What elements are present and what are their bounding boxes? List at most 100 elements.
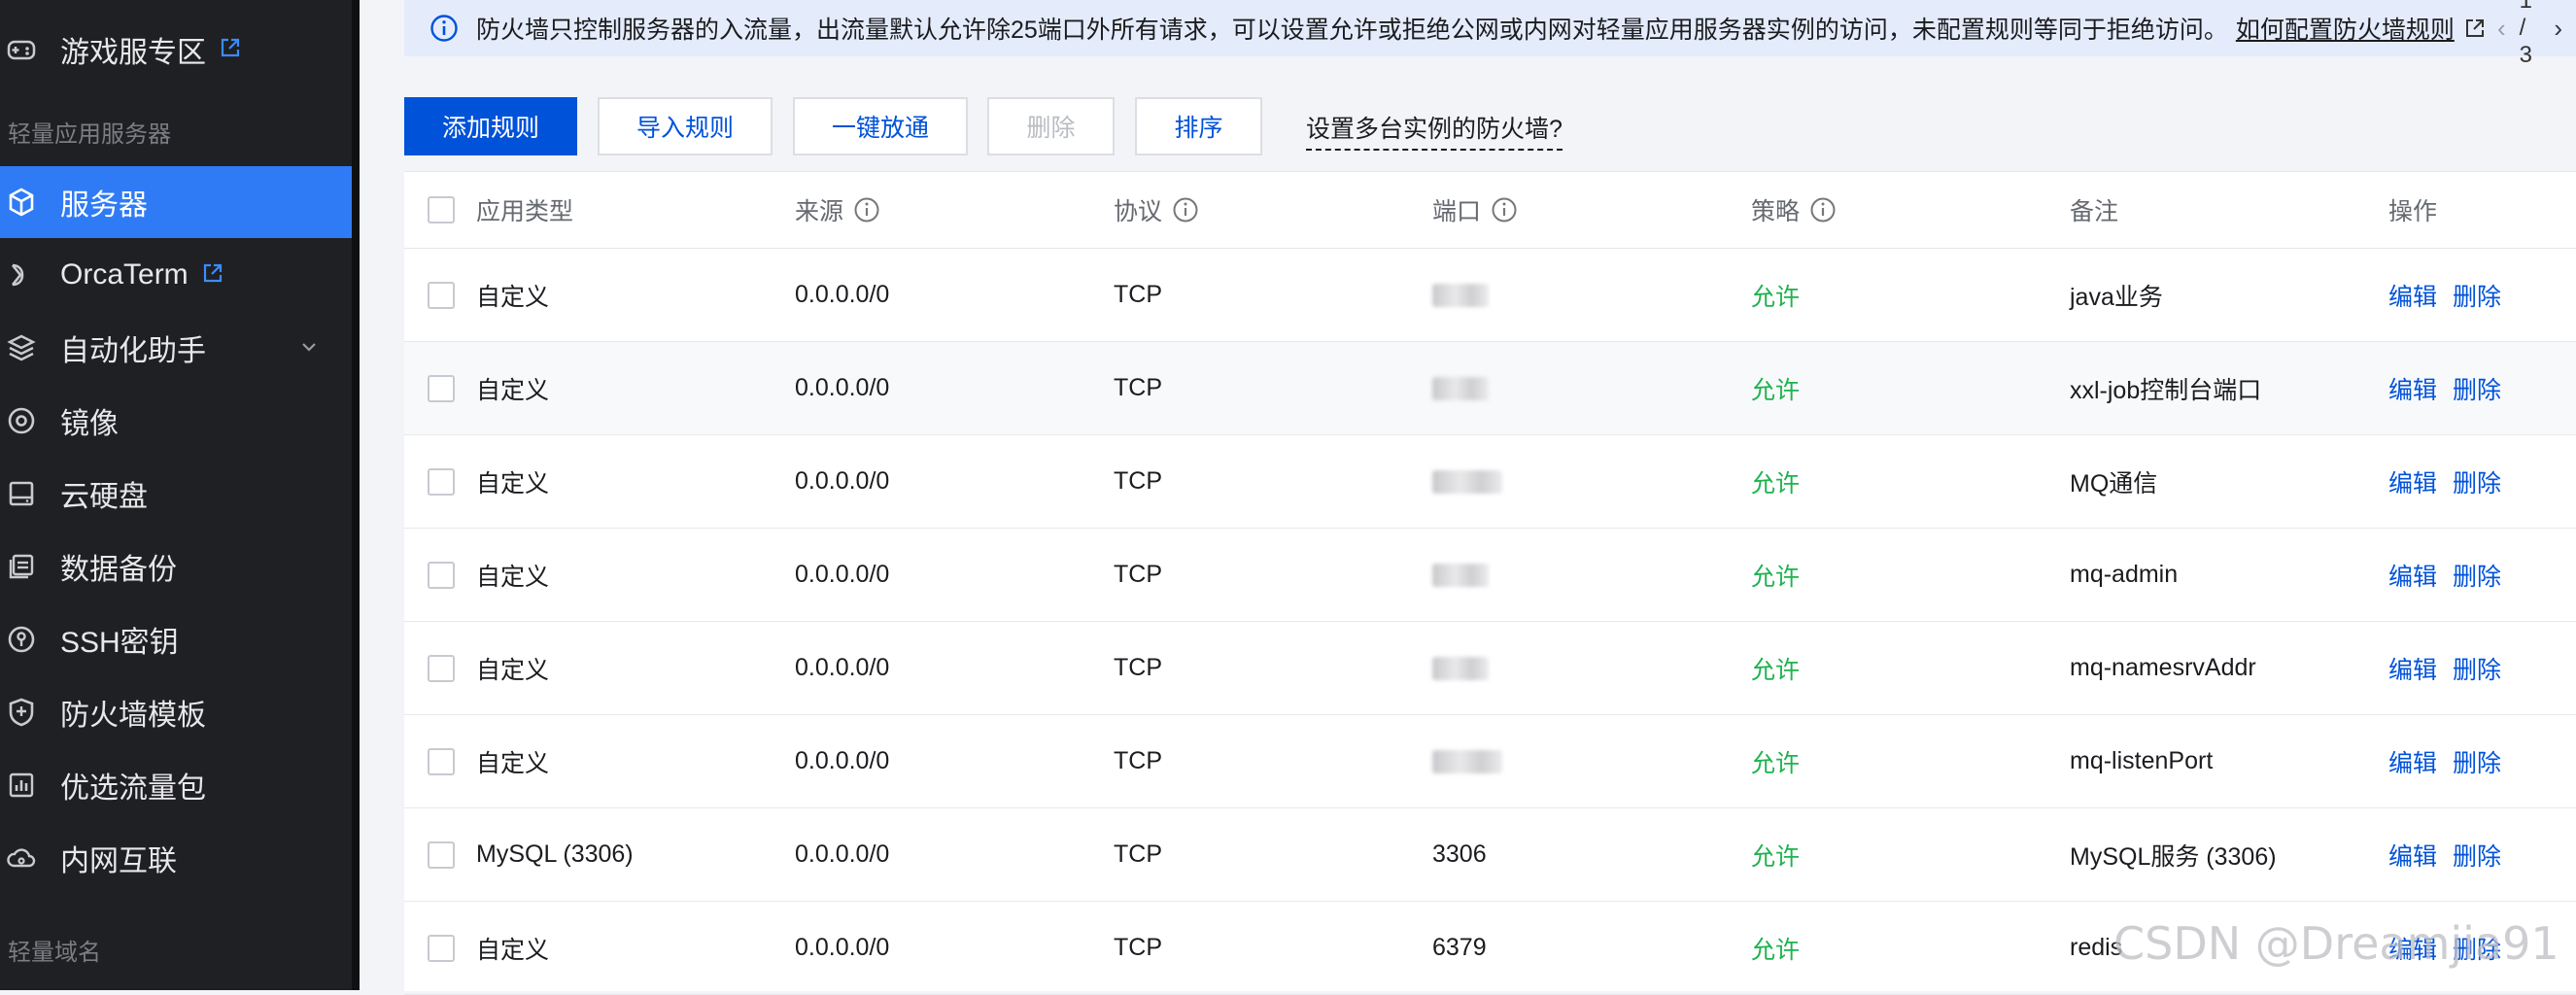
header-policy: 策略 (1751, 172, 1837, 248)
cell-port (1432, 342, 1489, 434)
cell-source: 0.0.0.0/0 (795, 281, 890, 308)
cell-actions: 编辑 删除 (2388, 622, 2517, 714)
chevron-down-icon[interactable] (299, 337, 319, 361)
sidebar-item-label: SSH密钥 (60, 627, 179, 659)
firewall-help-link[interactable]: 如何配置防火墙规则 (2236, 11, 2455, 46)
header-app-type: 应用类型 (476, 198, 574, 225)
row-checkbox[interactable] (428, 841, 455, 869)
info-icon[interactable] (1172, 196, 1199, 223)
import-rules-button[interactable]: 导入规则 (598, 97, 773, 155)
cell-remark: xxl-job控制台端口 (2070, 376, 2262, 404)
sidebar-item-orcaterm[interactable]: OrcaTerm (0, 239, 352, 311)
cell-policy: 允许 (1751, 842, 1801, 871)
delete-rule-button[interactable]: 删除 (2453, 278, 2501, 313)
table-header: 应用类型 来源 协议 端口 策略 备注 操作 (404, 172, 2576, 249)
redacted-port (1432, 469, 1502, 494)
row-checkbox[interactable] (428, 468, 455, 496)
chevron-left-icon[interactable]: ‹ (2497, 14, 2506, 44)
delete-rule-button[interactable]: 删除 (2453, 651, 2501, 686)
cell-policy: 允许 (1751, 283, 1801, 311)
cell-port (1432, 622, 1489, 714)
sidebar-item-servers[interactable]: 服务器 (0, 166, 352, 238)
header-protocol: 协议 (1114, 172, 1199, 248)
cell-policy: 允许 (1751, 656, 1801, 684)
header-label: 协议 (1114, 198, 1163, 225)
add-rule-button[interactable]: 添加规则 (404, 97, 577, 155)
edit-button[interactable]: 编辑 (2388, 651, 2437, 686)
info-icon[interactable] (1809, 196, 1837, 223)
delete-rule-button[interactable]: 删除 (2453, 838, 2501, 873)
edit-button[interactable]: 编辑 (2388, 464, 2437, 499)
header-source: 来源 (795, 172, 880, 248)
row-checkbox[interactable] (428, 282, 455, 309)
firewall-rules-table: 应用类型 来源 协议 端口 策略 备注 操作 自定义 0.0.0.0/0 TCP… (404, 171, 2576, 995)
table-row: 自定义 0.0.0.0/0 TCP 允许 mq-admin 编辑 删除 (404, 529, 2576, 622)
sidebar-item-automation[interactable]: 自动化助手 (0, 312, 352, 384)
cell-protocol: TCP (1114, 561, 1162, 588)
notice-page-indicator: 1 / 3 (2519, 0, 2533, 68)
sidebar-item-images[interactable]: 镜像 (0, 385, 352, 457)
cell-actions: 编辑 删除 (2388, 342, 2517, 434)
delete-button[interactable]: 删除 (987, 97, 1115, 155)
edit-button[interactable]: 编辑 (2388, 371, 2437, 406)
multi-instance-firewall-link[interactable]: 设置多台实例的防火墙? (1306, 110, 1563, 151)
sidebar-item-game-zone[interactable]: 游戏服专区 (0, 14, 352, 86)
info-icon[interactable] (1491, 196, 1518, 223)
row-checkbox[interactable] (428, 655, 455, 682)
cell-source: 0.0.0.0/0 (795, 561, 890, 588)
table-row: MySQL (3306) 0.0.0.0/0 TCP 3306 允许 MySQL… (404, 808, 2576, 902)
redacted-port (1432, 283, 1489, 307)
edit-button[interactable]: 编辑 (2388, 278, 2437, 313)
sidebar-item-label: 镜像 (60, 408, 119, 440)
cell-port (1432, 715, 1502, 807)
cell-protocol: TCP (1114, 934, 1162, 961)
info-icon[interactable] (853, 196, 880, 223)
row-checkbox[interactable] (428, 562, 455, 589)
header-remark: 备注 (2070, 198, 2119, 225)
cell-remark: java业务 (2070, 283, 2163, 311)
sort-button[interactable]: 排序 (1135, 97, 1262, 155)
cell-port (1432, 529, 1489, 621)
delete-rule-button[interactable]: 删除 (2453, 744, 2501, 779)
disc-icon (6, 405, 37, 436)
cell-app-type: 自定义 (476, 469, 550, 498)
row-checkbox[interactable] (428, 748, 455, 775)
sidebar-item-backup[interactable]: 数据备份 (0, 531, 352, 602)
delete-rule-button[interactable]: 删除 (2453, 464, 2501, 499)
sidebar-item-label: 游戏服专区 (60, 37, 206, 69)
external-link-icon[interactable] (2464, 17, 2486, 39)
redacted-port (1432, 563, 1489, 587)
cell-protocol: TCP (1114, 467, 1162, 495)
sidebar-section-lighthouse: 轻量应用服务器 (8, 121, 171, 148)
cell-policy: 允许 (1751, 469, 1801, 498)
sidebar-item-intranet[interactable]: 内网互联 (0, 822, 352, 894)
edit-button[interactable]: 编辑 (2388, 838, 2437, 873)
info-icon (429, 14, 459, 43)
sidebar-edge (352, 0, 360, 990)
cell-app-type: MySQL (3306) (476, 841, 634, 868)
sidebar-item-ssh-keys[interactable]: SSH密钥 (0, 603, 352, 675)
cell-source: 0.0.0.0/0 (795, 747, 890, 774)
select-all-checkbox[interactable] (428, 196, 455, 223)
header-label: 策略 (1751, 198, 1801, 225)
cell-policy: 允许 (1751, 376, 1801, 404)
open-all-button[interactable]: 一键放通 (793, 97, 968, 155)
cell-port (1432, 435, 1502, 528)
header-actions: 操作 (2388, 198, 2438, 225)
cell-app-type: 自定义 (476, 656, 550, 684)
chevron-right-icon[interactable]: › (2554, 14, 2562, 44)
row-checkbox[interactable] (428, 935, 455, 962)
key-icon (6, 624, 37, 655)
edit-button[interactable]: 编辑 (2388, 744, 2437, 779)
sidebar-item-cloud-disk[interactable]: 云硬盘 (0, 458, 352, 530)
edit-button[interactable]: 编辑 (2388, 558, 2437, 593)
sidebar-item-firewall-templates[interactable]: 防火墙模板 (0, 676, 352, 748)
delete-rule-button[interactable]: 删除 (2453, 371, 2501, 406)
redacted-port (1432, 376, 1489, 400)
cell-source: 0.0.0.0/0 (795, 841, 890, 868)
cloud-link-icon (6, 842, 37, 874)
delete-rule-button[interactable]: 删除 (2453, 558, 2501, 593)
sidebar-item-traffic-packages[interactable]: 优选流量包 (0, 749, 352, 821)
row-checkbox[interactable] (428, 375, 455, 402)
table-row: 自定义 0.0.0.0/0 TCP 允许 MQ通信 编辑 删除 (404, 435, 2576, 529)
